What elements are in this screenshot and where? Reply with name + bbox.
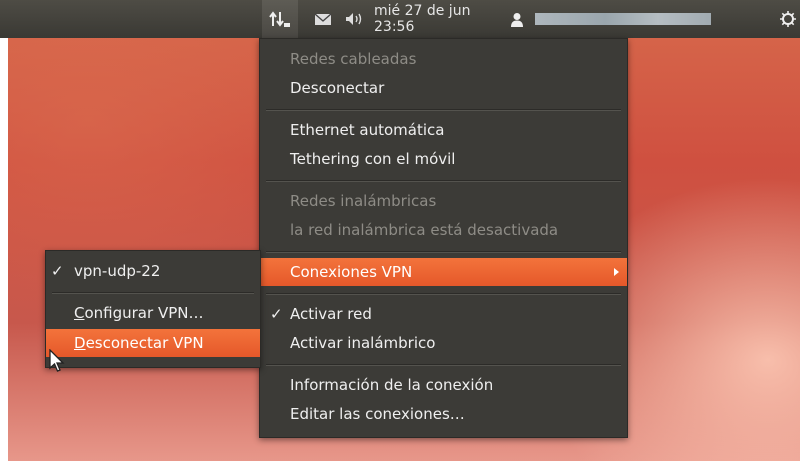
edit-connections-item[interactable]: Editar las conexiones… <box>260 400 627 428</box>
speaker-volume-icon <box>346 13 362 25</box>
network-updown-icon <box>269 11 290 27</box>
datetime-label: mié 27 de jun 23:56 <box>374 3 471 35</box>
checkmark-icon: ✓ <box>51 262 64 280</box>
mnemonic-letter: C <box>74 304 85 322</box>
ethernet-automatic-item[interactable]: Ethernet automática <box>260 116 627 144</box>
wireless-networks-header: Redes inalámbricas <box>290 192 437 210</box>
user-name-redacted <box>534 0 712 38</box>
vpn-connection-item[interactable]: ✓ vpn-udp-22 <box>46 257 260 285</box>
vpn-connections-item[interactable]: Conexiones VPN <box>260 258 627 286</box>
menu-separator <box>52 292 254 294</box>
datetime-indicator[interactable]: mié 27 de jun 23:56 <box>374 0 498 38</box>
user-indicator[interactable] <box>506 0 528 38</box>
disconnect-item[interactable]: Desconectar <box>260 74 627 102</box>
user-icon <box>511 12 523 27</box>
disconnect-vpn-item[interactable]: Desconectar VPN <box>46 329 260 357</box>
sound-indicator[interactable] <box>342 0 370 38</box>
menu-separator <box>266 109 621 111</box>
connection-info-item[interactable]: Información de la conexión <box>260 371 627 399</box>
vpn-submenu: ✓ vpn-udp-22 Configurar VPN… Desconectar… <box>45 250 261 368</box>
menu-separator <box>266 251 621 253</box>
messaging-indicator[interactable] <box>310 0 336 38</box>
wired-networks-header: Redes cableadas <box>290 50 417 68</box>
menu-separator <box>266 364 621 366</box>
enable-network-item[interactable]: ✓ Activar red <box>260 300 627 328</box>
tethering-item[interactable]: Tethering con el móvil <box>260 145 627 173</box>
mouse-pointer-icon <box>49 349 65 372</box>
menu-separator <box>266 293 621 295</box>
gear-power-icon <box>780 11 796 27</box>
mnemonic-letter: D <box>74 334 86 352</box>
submenu-arrow-icon <box>614 268 619 276</box>
top-panel: mié 27 de jun 23:56 <box>0 0 800 38</box>
configure-vpn-item[interactable]: Configurar VPN… <box>46 299 260 327</box>
network-menu: Redes cableadas Desconectar Ethernet aut… <box>259 38 628 438</box>
wireless-disabled-label: la red inalámbrica está desactivada <box>290 221 559 239</box>
network-indicator[interactable] <box>262 0 298 38</box>
session-indicator[interactable] <box>776 0 800 38</box>
checkmark-icon: ✓ <box>270 305 283 323</box>
menu-separator <box>266 180 621 182</box>
enable-wireless-item[interactable]: Activar inalámbrico <box>260 329 627 357</box>
mail-envelope-icon <box>314 12 332 25</box>
